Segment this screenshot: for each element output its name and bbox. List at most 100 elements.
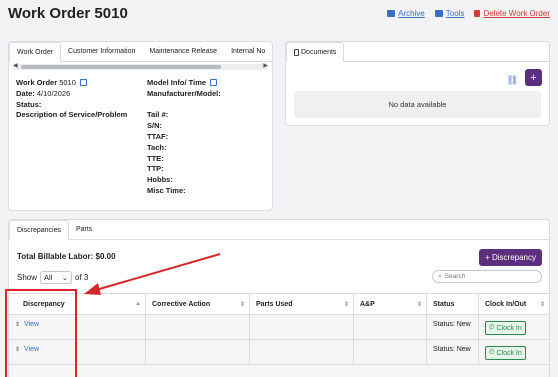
col-parts-used-label: Parts Used [256,300,293,308]
cell-corrective-action [146,315,250,339]
table-row: ⇕ View Status: New ⏲ Clock In [9,314,549,339]
field-label: Model Info/ Time [147,78,207,87]
link-icon[interactable]: ⛓ [507,75,518,86]
col-clock-in-out[interactable]: Clock In/Out ⇕ [479,294,549,314]
tab-maintenance-release[interactable]: Maintenance Release [142,42,224,61]
add-document-button[interactable]: + [525,69,542,86]
tab-internal-notes[interactable]: Internal No [224,42,272,61]
field-label: Date: [16,88,35,98]
field-value: 5010 [59,78,76,87]
total-billable-labor: Total Billable Labor: $0.00 [17,252,116,261]
col-status[interactable]: Status [427,294,479,314]
show-label: Show [17,273,38,282]
clock-icon: ⏲ [489,324,495,331]
cell-clock: ⏲ Clock In [479,340,549,364]
cell-status: Status: New [427,315,479,339]
tools-link[interactable]: Tools [434,9,465,18]
show-entries: Show All ⌄ of 3 [17,271,88,284]
cell-corrective-action [146,340,250,364]
clock-in-button[interactable]: ⏲ Clock In [485,346,526,360]
cell-status: Status: New [427,340,479,364]
archive-link[interactable]: Archive [387,9,425,18]
col-clock-label: Clock In/Out [485,300,527,308]
page-title: Work Order 5010 [8,5,128,22]
table-row [9,364,549,377]
discrepancies-table: Discrepancy ▲ Corrective Action ⇕ Parts Us… [9,293,549,377]
clock-in-button[interactable]: ⏲ Clock In [485,321,526,335]
table-row: ⇕ View Status: New ⏲ Clock In [9,339,549,364]
work-order-tabs: Work Order Customer Information Maintena… [9,42,272,62]
field-misc-time: Misc Time: [147,185,186,195]
field-serial-number: S/N: [147,121,162,131]
trash-icon [474,10,481,17]
field-tte: TTE: [147,153,164,163]
documents-card: Documents ⛓ + No data available [285,41,550,126]
archive-icon [387,10,396,17]
col-ap[interactable]: A&P ⇕ [354,294,427,314]
field-tach: Tach: [147,142,167,152]
cell-parts-used [250,315,354,339]
sort-icon: ⇕ [343,301,349,308]
sort-icon: ⇕ [539,301,545,308]
search-icon: ⌕ [438,272,442,280]
field-status: Status: [16,99,42,109]
work-order-left-column: Work Order 5010 Date: 4/10/2026 Status: … [16,78,146,121]
col-parts-used[interactable]: Parts Used ⇕ [250,294,354,314]
table-header-row: Discrepancy ▲ Corrective Action ⇕ Parts Us… [9,293,549,314]
cell-clock: ⏲ Clock In [479,315,549,339]
page-size-select[interactable]: All ⌄ [40,271,73,284]
search-input[interactable]: ⌕ Search [432,270,542,283]
archive-label: Archive [398,9,425,18]
tab-discrepancies[interactable]: Discrepancies [9,220,69,240]
field-label: Work Order [16,78,58,87]
field-model-info: Model Info/ Time [147,78,272,89]
work-order-right-column: Model Info/ Time Manufacturer/Model: Tai… [147,78,272,197]
tools-label: Tools [445,9,465,18]
sort-icon: ▲ [135,301,141,307]
discrepancies-tabs: Discrepancies Parts [9,220,549,240]
of-total: of 3 [75,273,89,282]
add-discrepancy-button[interactable]: + Discrepancy [479,249,542,266]
scroll-thumb[interactable] [21,65,221,69]
delete-work-order-link[interactable]: Delete Work Order [474,9,550,18]
field-ttaf: TTAF: [147,131,169,141]
clock-in-label: Clock In [496,324,522,332]
sort-icon: ⇕ [416,301,422,308]
sort-icon: ⇕ [239,301,245,308]
col-ap-label: A&P [360,300,375,308]
col-corrective-action-label: Corrective Action [152,300,211,308]
field-work-order: Work Order 5010 [16,78,146,89]
annotation-highlight-box [5,289,77,377]
chevron-down-icon: ⌄ [61,273,69,282]
scroll-left-icon[interactable]: ◀ [13,62,18,69]
tab-customer-information[interactable]: Customer Information [61,42,142,61]
tab-documents[interactable]: Documents [286,42,345,62]
top-actions: Archive Tools Delete Work Order [387,9,550,18]
tab-parts[interactable]: Parts [69,220,99,239]
cell-ap [354,315,427,339]
edit-icon[interactable] [210,79,218,86]
col-corrective-action[interactable]: Corrective Action ⇕ [146,294,250,314]
tabs-scrollbar[interactable]: ◀ ▶ [13,62,268,70]
scroll-right-icon[interactable]: ▶ [263,62,268,69]
edit-icon[interactable] [80,79,87,86]
tab-work-order[interactable]: Work Order [9,42,62,62]
documents-tabs: Documents [286,42,549,62]
field-tail-number: Tail #: [147,110,169,120]
document-icon [294,48,299,56]
field-hobbs: Hobbs: [147,175,173,185]
work-order-card: Work Order Customer Information Maintena… [8,41,273,211]
clock-icon: ⏲ [489,349,495,356]
delete-label: Delete Work Order [483,9,550,18]
cell-parts-used [250,340,354,364]
status-text: Status: New [433,321,471,328]
documents-tab-label: Documents [301,48,337,56]
field-ttp: TTP: [147,164,164,174]
field-manufacturer-model: Manufacturer/Model: [147,88,221,98]
discrepancies-card: Discrepancies Parts Total Billable Labor… [8,219,550,377]
field-description: Description of Service/Problem [16,110,128,120]
clock-in-label: Clock In [496,349,522,357]
search-placeholder: Search [444,273,466,280]
field-date: Date: 4/10/2026 [16,89,146,100]
toolbox-icon [434,10,443,17]
